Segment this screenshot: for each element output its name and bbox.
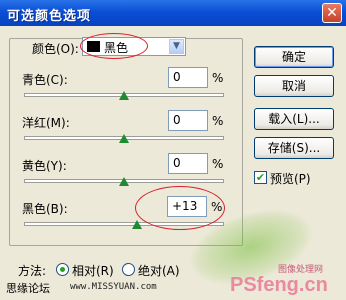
watermark-forum: 思缘论坛 xyxy=(6,282,50,295)
slider-value-input[interactable]: 0 xyxy=(168,67,208,88)
dialog-title: 可选颜色选项 xyxy=(7,9,92,24)
chevron-down-icon[interactable]: ▼ xyxy=(169,39,184,54)
save-button[interactable]: 存储(S)... xyxy=(254,137,334,159)
watermark-url: www.MISSYUAN.com xyxy=(70,282,157,292)
percent-unit: % xyxy=(212,114,224,128)
relative-radio[interactable] xyxy=(56,263,69,276)
preview-label: 预览(P) xyxy=(270,172,311,186)
slider-value-input[interactable]: 0 xyxy=(168,153,208,174)
preview-checkbox[interactable]: ✔ xyxy=(254,171,267,184)
ok-button[interactable]: 确定 xyxy=(254,46,334,68)
absolute-label: 绝对(A) xyxy=(138,264,180,278)
relative-label: 相对(R) xyxy=(72,264,114,278)
slider-value-input[interactable]: 0 xyxy=(168,110,208,131)
slider-thumb[interactable] xyxy=(119,91,129,100)
load-button[interactable]: 载入(L)... xyxy=(254,108,334,130)
close-icon: ✕ xyxy=(326,5,338,21)
colors-label: 颜色(O): xyxy=(32,42,79,56)
slider-thumb[interactable] xyxy=(119,177,129,186)
slider-label: 洋红(M): xyxy=(22,116,70,130)
watermark-ps-logo: PSfeng.cn xyxy=(230,274,328,296)
slider-label: 黑色(B): xyxy=(22,202,68,216)
slider-thumb[interactable] xyxy=(119,134,129,143)
slider-label: 黄色(Y): xyxy=(22,159,67,173)
method-label: 方法: xyxy=(18,264,47,278)
highlight-oval-black xyxy=(135,186,225,230)
title-bar[interactable]: 可选颜色选项 ✕ xyxy=(0,0,346,26)
checkmark-icon: ✔ xyxy=(255,171,266,184)
percent-unit: % xyxy=(212,157,224,171)
cancel-button[interactable]: 取消 xyxy=(254,75,334,97)
close-button[interactable]: ✕ xyxy=(322,3,342,23)
slider-thumb[interactable] xyxy=(132,220,142,229)
absolute-radio[interactable] xyxy=(122,263,135,276)
percent-unit: % xyxy=(212,71,224,85)
slider-label: 青色(C): xyxy=(22,73,68,87)
highlight-oval-colors xyxy=(80,33,148,59)
